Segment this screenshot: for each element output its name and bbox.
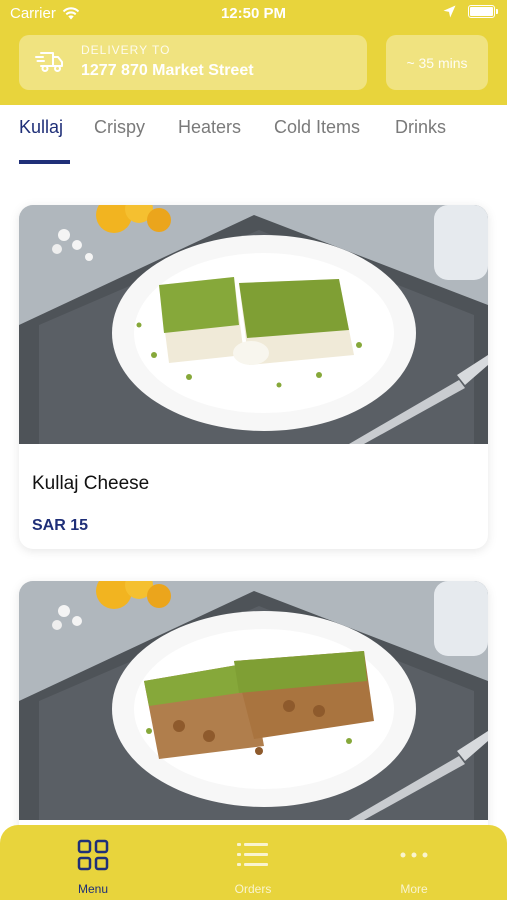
- location-arrow-icon: [443, 5, 456, 18]
- tab-drinks[interactable]: Drinks: [395, 117, 446, 138]
- tabbar-more-label: More: [400, 882, 428, 896]
- kullaj-cheese-photo: [19, 205, 488, 444]
- kullaj-walnut-photo: [19, 581, 488, 820]
- delivery-address: 1277 870 Market Street: [81, 62, 254, 79]
- app-screen: Carrier 12:50 PM DELIVERY TO 1277 870 Ma…: [0, 0, 507, 900]
- category-tabs: Kullaj Crispy Heaters Cold Items Drinks: [0, 105, 507, 167]
- product-name: Kullaj Cheese: [32, 473, 150, 494]
- more-dots-icon: [400, 852, 428, 858]
- tab-heaters[interactable]: Heaters: [178, 117, 241, 138]
- tabbar-more[interactable]: More: [369, 839, 459, 896]
- battery-level: [470, 7, 493, 16]
- tabbar-menu-label: Menu: [77, 882, 109, 896]
- tab-kullaj[interactable]: Kullaj: [19, 117, 63, 138]
- clock: 12:50 PM: [220, 5, 287, 22]
- tabbar-menu[interactable]: Menu: [48, 839, 138, 896]
- delivery-eta[interactable]: ~ 35 mins: [386, 35, 488, 90]
- delivery-truck-icon: [35, 52, 63, 72]
- product-card[interactable]: Kullaj Cheese SAR 15: [19, 205, 488, 549]
- delivery-address-selector[interactable]: DELIVERY TO 1277 870 Market Street: [19, 35, 367, 90]
- tab-cold-items[interactable]: Cold Items: [274, 117, 360, 138]
- tab-crispy[interactable]: Crispy: [94, 117, 145, 138]
- list-icon: [237, 843, 268, 866]
- bottom-tab-bar: Menu Orders More: [0, 825, 507, 900]
- header: Carrier 12:50 PM DELIVERY TO 1277 870 Ma…: [0, 0, 507, 105]
- status-right: [443, 5, 498, 18]
- grid-icon: [77, 839, 109, 871]
- eta-text: ~ 35 mins: [406, 54, 468, 71]
- active-tab-indicator: [19, 160, 70, 164]
- delivery-to-label: DELIVERY TO: [81, 43, 171, 57]
- tabbar-orders-label: Orders: [234, 882, 272, 896]
- product-price: SAR 15: [32, 517, 89, 534]
- status-bar: Carrier 12:50 PM: [0, 0, 507, 28]
- tabbar-orders[interactable]: Orders: [208, 839, 298, 896]
- battery-icon: [468, 5, 498, 18]
